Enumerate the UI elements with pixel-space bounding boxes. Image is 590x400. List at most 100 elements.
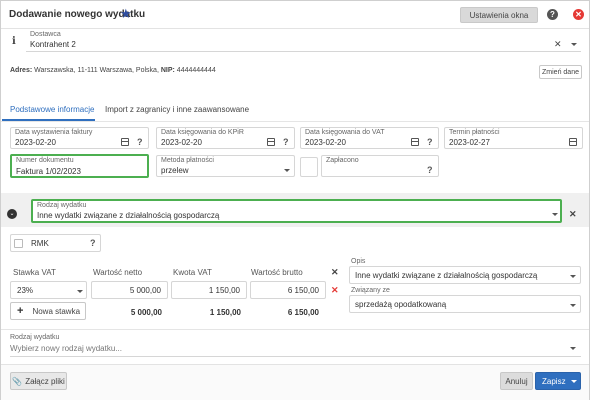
save-options-icon[interactable] [571,380,577,383]
supplier-info-icon: i [12,36,16,47]
new-expense-type-select[interactable]: Rodzaj wydatku Wybierz nowy rodzaj wydat… [10,333,581,357]
total-net: 5 000,00 [130,308,162,317]
gross-value: 6 150,00 [287,286,319,295]
vat-date-label: Data księgowania do VAT [305,129,385,136]
net-value-input[interactable]: 5 000,00 [91,281,168,299]
collapse-toggle-icon[interactable]: ⌄ [7,209,17,219]
document-number-label: Numer dokumentu [16,157,74,164]
kpir-date-value: 2023-02-20 [161,138,202,147]
payment-method-value: przelew [161,166,189,175]
supplier-address: Adres: Warszawska, 11-111 Warszawa, Pols… [10,67,216,74]
vat-rate-header: Stawka VAT [13,268,56,277]
new-expense-type-label: Rodzaj wydatku [10,334,60,341]
save-button[interactable]: Zapisz [535,372,581,390]
cancel-button[interactable]: Anuluj [500,372,533,390]
calendar-icon[interactable] [569,138,577,146]
attach-files-button[interactable]: 📎 Załącz pliki [10,372,67,390]
chevron-down-icon[interactable] [77,290,83,293]
expense-type-label: Rodzaj wydatku [37,202,87,209]
tab-basic[interactable]: Podstawowe informacje [2,97,95,121]
chevron-down-icon[interactable] [570,275,576,278]
due-date-value: 2023-02-27 [449,138,490,147]
remove-row-icon[interactable]: ✕ [331,285,339,296]
add-rate-label: Nowa stawka [32,306,81,316]
calendar-icon[interactable] [121,138,129,146]
tab-import[interactable]: Import z zagranicy i inne zaawansowane [97,97,257,121]
rmk-label: RMK [31,239,49,248]
issue-date-value: 2023-02-20 [15,138,56,147]
payment-method-select[interactable]: Metoda płatności przelew [156,155,295,177]
expense-dialog: Dodawanie nowego wydatku ★ Ustawienia ok… [0,0,590,400]
clear-rows-icon[interactable]: ✕ [331,267,339,278]
tab-import-label: Import z zagranicy i inne zaawansowane [105,105,250,114]
expense-type-select[interactable]: Rodzaj wydatku Inne wydatki związane z d… [31,199,562,223]
plus-icon: + [17,305,24,317]
vat-amount: 1 150,00 [208,286,240,295]
nip-label: NIP: [160,67,175,74]
description-label: Opis [351,258,366,265]
save-label: Zapisz [542,376,566,386]
calendar-icon[interactable] [411,138,419,146]
total-vat: 1 150,00 [209,308,241,317]
paid-checkbox[interactable] [300,157,318,177]
gross-value-header: Wartość brutto [251,268,303,277]
description-value: Inne wydatki związane z działalnością go… [355,271,538,280]
description-select[interactable]: Inne wydatki związane z działalnością go… [349,266,581,284]
remove-expense-type-icon[interactable]: ✕ [569,209,577,220]
window-settings-button[interactable]: Ustawienia okna [460,7,538,23]
document-number-field[interactable]: Numer dokumentu Faktura 1/02/2023 [10,154,149,178]
chevron-down-icon[interactable] [570,304,576,307]
chevron-down-icon[interactable] [284,169,290,172]
vat-amount-header: Kwota VAT [173,268,212,277]
due-date-field[interactable]: Termin płatności 2023-02-27 [444,127,583,149]
related-label: Związany ze [351,287,390,294]
help-question-icon[interactable]: ? [137,137,143,147]
vat-amount-input[interactable]: 1 150,00 [171,281,247,299]
help-question-icon[interactable]: ? [427,137,433,147]
calendar-icon[interactable] [267,138,275,146]
kpir-date-field[interactable]: Data księgowania do KPiR 2023-02-20 ? [156,127,295,149]
gross-value-input[interactable]: 6 150,00 [250,281,326,299]
vat-rate-value: 23% [17,286,34,295]
help-question-icon[interactable]: ? [90,238,96,248]
due-date-label: Termin płatności [449,129,500,136]
section-divider [1,329,589,330]
supplier-select[interactable]: Dostawca Kontrahent 2 ✕ [26,30,581,52]
net-value: 5 000,00 [129,286,161,295]
nip-value: 4444444444 [176,67,216,74]
net-value-header: Wartość netto [93,268,143,277]
issue-date-label: Data wystawienia faktury [15,129,93,136]
help-icon[interactable]: ? [547,9,558,20]
attach-files-label: Załącz pliki [25,376,65,386]
change-data-button[interactable]: Zmień dane [539,65,582,79]
paid-amount-field[interactable]: Zapłacono ? [321,155,439,177]
help-question-icon[interactable]: ? [283,137,289,147]
vat-rate-select[interactable]: 23% [10,281,87,299]
tabs-divider [1,121,589,122]
supplier-label: Dostawca [30,31,61,38]
chevron-down-icon[interactable] [571,43,577,46]
related-value: sprzedażą opodatkowaną [355,300,447,309]
address-label: Adres: [10,67,33,74]
chevron-down-icon[interactable] [570,347,576,350]
rmk-checkbox[interactable] [14,239,23,248]
related-select[interactable]: sprzedażą opodatkowaną [349,295,581,313]
supplier-value: Kontrahent 2 [30,40,76,49]
add-rate-button[interactable]: + Nowa stawka [10,302,86,320]
issue-date-field[interactable]: Data wystawienia faktury 2023-02-20 ? [10,127,149,149]
clear-supplier-icon[interactable]: ✕ [554,39,562,50]
help-question-icon[interactable]: ? [427,165,433,175]
address-value: Warszawska, 11-111 Warszawa, Polska, [34,67,159,74]
title-bar: Dodawanie nowego wydatku ★ Ustawienia ok… [1,1,589,29]
expense-type-value: Inne wydatki związane z działalnością go… [37,211,220,220]
kpir-date-label: Data księgowania do KPiR [161,129,244,136]
vat-date-field[interactable]: Data księgowania do VAT 2023-02-20 ? [300,127,439,149]
close-icon[interactable]: ✕ [573,9,584,20]
star-icon[interactable]: ★ [120,6,132,22]
chevron-down-icon[interactable] [552,213,558,216]
rmk-field[interactable]: RMK ? [10,234,101,252]
document-number-value: Faktura 1/02/2023 [16,167,81,176]
paid-label: Zapłacono [326,157,359,164]
tab-basic-label: Podstawowe informacje [10,105,95,114]
vat-date-value: 2023-02-20 [305,138,346,147]
